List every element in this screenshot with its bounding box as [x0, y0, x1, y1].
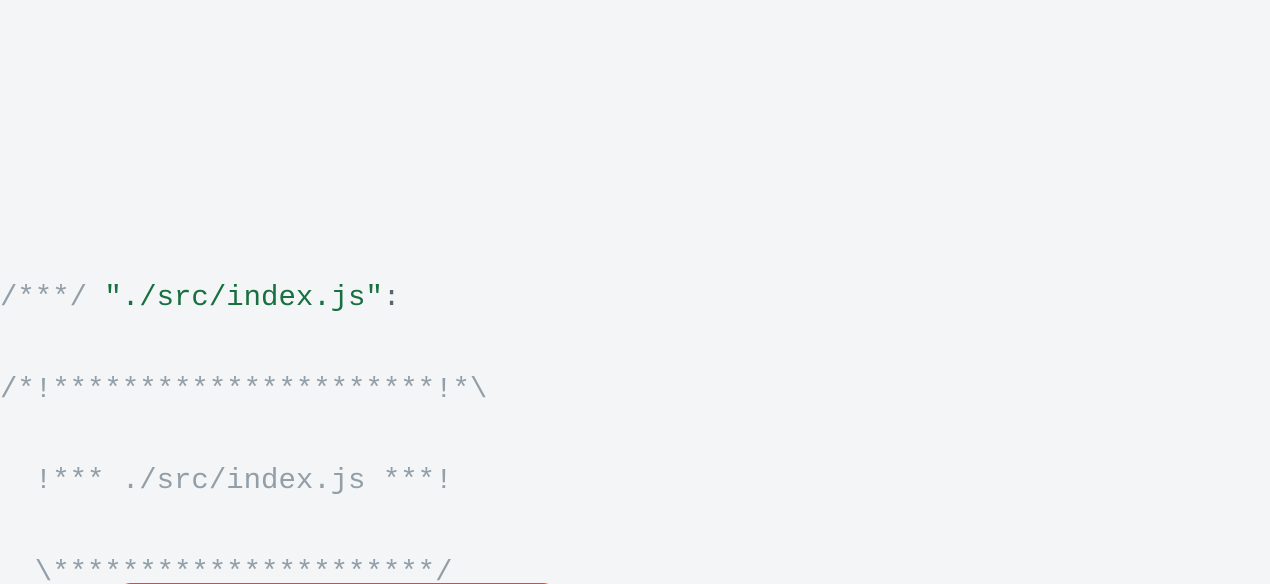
string-token: "./src/index.js"	[104, 281, 382, 314]
code-line: !*** ./src/index.js ***!	[0, 458, 1270, 504]
code-block: /***/ "./src/index.js": /*!*************…	[0, 229, 1270, 584]
code-line: /*!**********************!*\	[0, 367, 1270, 413]
comment-token: /***/	[0, 281, 104, 314]
code-line: /***/ "./src/index.js":	[0, 275, 1270, 321]
punct-token: :	[383, 281, 400, 314]
code-line: \**********************/	[0, 550, 1270, 584]
